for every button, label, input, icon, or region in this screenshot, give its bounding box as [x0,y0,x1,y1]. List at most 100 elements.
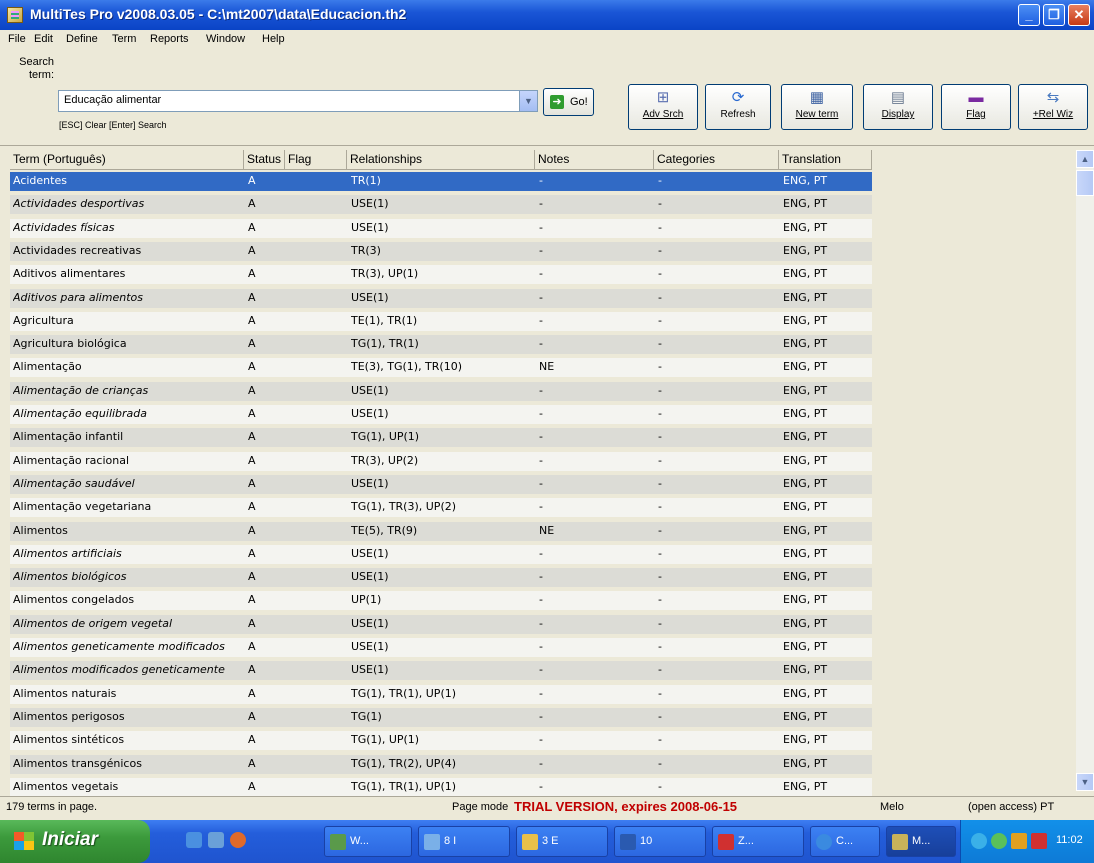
rel-wizard-button[interactable]: ⇆ +Rel Wiz [1018,84,1088,130]
task-label: Z... [738,835,754,847]
table-row[interactable]: Alimentos artificiais A USE(1) - - ENG, PT [10,544,872,564]
table-row[interactable]: Alimentação de crianças A USE(1) - - ENG, PT [10,381,872,401]
table-row[interactable]: Alimentos naturais A TG(1), TR(1), UP(1) - -… [10,684,872,704]
task-app-icon [424,834,440,850]
maximize-button[interactable]: ❐ [1043,4,1065,26]
col-notes[interactable]: Notes [535,150,654,170]
cell-translation: ENG, PT [783,430,828,444]
minimize-button[interactable]: _ [1018,4,1040,26]
refresh-button[interactable]: ⟳ Refresh [705,84,771,130]
access-mode: (open access) PT [968,801,1055,813]
show-desktop-icon[interactable] [186,832,202,848]
cell-categories: - [658,500,662,514]
table-row[interactable]: Alimentos congelados A UP(1) - - ENG, PT [10,591,872,611]
go-button[interactable]: ➜ Go! [543,88,594,116]
table-row[interactable]: Acidentes A TR(1) - - ENG, PT [10,172,872,191]
cell-categories: - [658,243,662,257]
table-row[interactable]: Alimentação vegetariana A TG(1), TR(3), UP… [10,498,872,518]
table-row[interactable]: Alimentação equilibrada A USE(1) - - ENG, PT [10,405,872,424]
table-row[interactable]: Alimentos geneticamente modificados A USE(… [10,638,872,657]
cell-term: Alimentos transgénicos [13,756,142,770]
alert-icon[interactable] [1031,833,1047,849]
table-row[interactable]: Actividades físicas A USE(1) - - ENG, PT [10,218,872,238]
cell-status: A [248,243,256,257]
search-input[interactable]: Educação alimentar ▼ [58,90,538,112]
vertical-scrollbar[interactable]: ▲ ▼ [1076,150,1094,791]
table-row[interactable]: Alimentos biológicos A USE(1) - - ENG, PT [10,568,872,588]
table-row[interactable]: Alimentação racional A TR(3), UP(2) - - ENG, … [10,451,872,471]
menu-reports[interactable]: Reports [150,33,189,45]
table-row[interactable]: Alimentos vegetais A TG(1), TR(1), UP(1) - -… [10,777,872,797]
start-button[interactable]: Iniciar [0,820,150,863]
table-row[interactable]: Alimentos perigosos A TG(1) - - ENG, PT [10,707,872,727]
col-term[interactable]: Term (Português) [10,150,244,170]
cell-translation: ENG, PT [783,220,828,234]
network-icon[interactable] [971,833,987,849]
col-relationships[interactable]: Relationships [347,150,535,170]
col-categories[interactable]: Categories [654,150,779,170]
table-row[interactable]: Agricultura biológica A TG(1), TR(1) - - ENG,… [10,335,872,355]
menu-edit[interactable]: Edit [34,33,53,45]
table-row[interactable]: Alimentação infantil A TG(1), UP(1) - - ENG, … [10,428,872,448]
cell-status: A [248,220,256,234]
taskbar-item-5[interactable]: Z... [712,826,804,857]
col-translation[interactable]: Translation [779,150,872,170]
scroll-down-icon[interactable]: ▼ [1076,773,1094,791]
cell-categories: - [658,640,662,653]
cell-relationships: USE(1) [351,290,389,304]
task-label: 3 E [542,835,559,847]
table-row[interactable]: Alimentos A TE(5), TR(9) NE - ENG, PT [10,521,872,541]
new-term-button[interactable]: ▦ New term [781,84,853,130]
table-row[interactable]: Alimentação A TE(3), TG(1), TR(10) NE - ENG, … [10,358,872,378]
chevron-down-icon[interactable]: ▼ [519,91,537,111]
cell-status: A [248,779,256,793]
security-icon[interactable] [991,833,1007,849]
flag-button[interactable]: ▬ Flag [941,84,1011,130]
cell-notes: - [539,453,543,467]
cell-status: A [248,290,256,304]
menu-help[interactable]: Help [262,33,285,45]
table-row[interactable]: Alimentos sintéticos A TG(1), UP(1) - - ENG, … [10,731,872,751]
update-icon[interactable] [1011,833,1027,849]
table-row[interactable]: Alimentos transgénicos A TG(1), TR(2), UP(… [10,754,872,774]
menu-define[interactable]: Define [66,33,98,45]
scroll-up-icon[interactable]: ▲ [1076,150,1094,168]
cell-notes: - [539,593,543,607]
cell-term: Alimentação infantil [13,430,124,444]
adv-search-button[interactable]: ⊞ Adv Srch [628,84,698,130]
taskbar-item-1[interactable]: W... [324,826,412,857]
display-icon: ▤ [890,89,906,106]
taskbar-item-2[interactable]: 8 I [418,826,510,857]
scroll-thumb[interactable] [1076,170,1094,196]
menu-term[interactable]: Term [112,33,136,45]
cell-translation: ENG, PT [783,360,828,374]
quicklaunch-browser-icon[interactable] [230,832,246,848]
table-row[interactable]: Actividades desportivas A USE(1) - - ENG, PT [10,195,872,215]
cell-translation: ENG, PT [783,546,828,560]
table-row[interactable]: Alimentos modificados geneticamente A USE(… [10,661,872,681]
close-button[interactable]: ✕ [1068,4,1090,26]
col-flag[interactable]: Flag [285,150,347,170]
taskbar-item-6[interactable]: C... [810,826,880,857]
refresh-icon: ⟳ [731,89,745,106]
taskbar-item-3[interactable]: 3 E [516,826,608,857]
cell-status: A [248,686,256,700]
table-row[interactable]: Aditivos alimentares A TR(3), UP(1) - - ENG, … [10,265,872,285]
menu-file[interactable]: File [8,33,26,45]
taskbar-item-4[interactable]: 10 [614,826,706,857]
table-row[interactable]: Alimentos de origem vegetal A USE(1) - - ENG,… [10,614,872,634]
table-row[interactable]: Agricultura A TE(1), TR(1) - - ENG, PT [10,311,872,331]
cell-categories: - [658,290,662,304]
taskbar-item-7[interactable]: M... [886,826,956,857]
cell-relationships: TR(1) [351,174,381,187]
table-row[interactable]: Alimentação saudável A USE(1) - - ENG, PT [10,474,872,494]
col-status[interactable]: Status [244,150,285,170]
table-row[interactable]: Aditivos para alimentos A USE(1) - - ENG, PT [10,288,872,308]
cell-term: Alimentos congelados [13,593,135,607]
cell-categories: - [658,313,662,327]
menu-window[interactable]: Window [206,33,245,45]
table-row[interactable]: Actividades recreativas A TR(3) - - ENG, PT [10,241,872,261]
quicklaunch-explorer-icon[interactable] [208,832,224,848]
display-button[interactable]: ▤ Display [863,84,933,130]
cell-categories: - [658,220,662,234]
